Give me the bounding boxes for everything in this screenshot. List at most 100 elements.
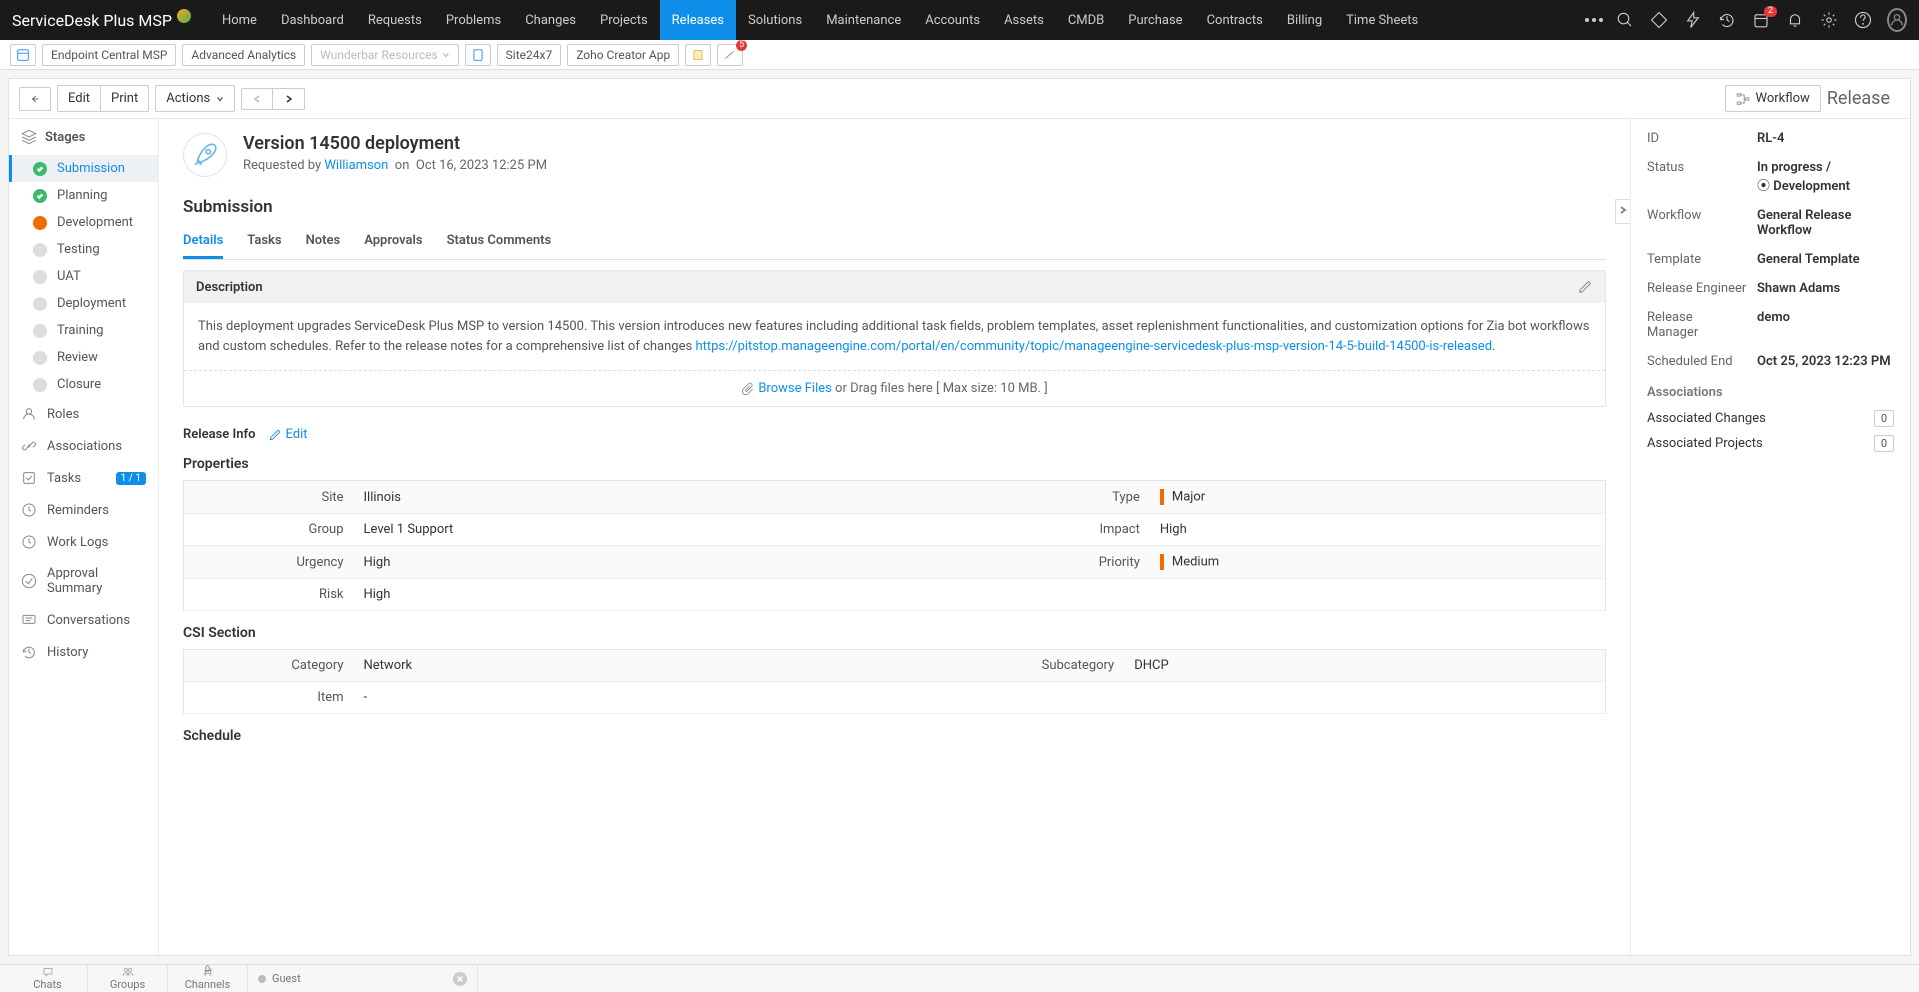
topnav-contracts[interactable]: Contracts — [1195, 0, 1275, 40]
bolt-icon[interactable] — [1683, 10, 1703, 30]
release-notes-link[interactable]: https://pitstop.manageengine.com/portal/… — [695, 339, 1492, 354]
description-panel: Description This deployment upgrades Ser… — [183, 270, 1606, 407]
properties-heading: Properties — [183, 456, 1606, 472]
nav-conversations[interactable]: Conversations — [9, 604, 158, 636]
guest-chat-tab[interactable]: Guest — [248, 965, 478, 992]
help-icon[interactable] — [1853, 10, 1873, 30]
record-toolbar: Edit Print Actions Workflow Release — [9, 79, 1910, 119]
tab-tasks[interactable]: Tasks — [247, 225, 281, 259]
stage-review[interactable]: Review — [9, 344, 158, 371]
stage-deployment[interactable]: Deployment — [9, 290, 158, 317]
associated-projects-row[interactable]: Associated Projects0 — [1647, 435, 1894, 452]
note-icon-button[interactable] — [685, 44, 711, 66]
associations-heading: Associations — [1647, 385, 1894, 400]
topnav-accounts[interactable]: Accounts — [913, 0, 992, 40]
topnav-billing[interactable]: Billing — [1275, 0, 1334, 40]
stage-testing[interactable]: Testing — [9, 236, 158, 263]
csi-table: CategoryNetworkSubcategoryDHCPItem- — [183, 649, 1606, 714]
record-type-label: Release — [1827, 88, 1900, 109]
nav-approval-summary[interactable]: Approval Summary — [9, 558, 158, 604]
edit-release-info-button[interactable]: Edit — [268, 427, 308, 442]
channels-tab[interactable]: 0Channels — [168, 965, 248, 992]
next-record-button[interactable] — [273, 88, 305, 110]
prev-record-button[interactable] — [241, 88, 273, 110]
history-icon[interactable] — [1717, 10, 1737, 30]
stage-status-dot — [33, 324, 47, 338]
chats-tab[interactable]: Chats — [8, 965, 88, 992]
tab-details[interactable]: Details — [183, 225, 223, 259]
topnav-projects[interactable]: Projects — [588, 0, 660, 40]
associated-changes-row[interactable]: Associated Changes0 — [1647, 410, 1894, 427]
requester-link[interactable]: Williamson — [324, 158, 388, 173]
collapse-right-panel-button[interactable] — [1615, 199, 1630, 224]
top-navigation: ServiceDesk Plus MSP HomeDashboardReques… — [0, 0, 1919, 40]
tab-notes[interactable]: Notes — [306, 225, 341, 259]
nav-history[interactable]: History — [9, 636, 158, 668]
endpoint-central-button[interactable]: Endpoint Central MSP — [42, 44, 176, 66]
stage-submission[interactable]: Submission — [9, 155, 158, 182]
stage-planning[interactable]: Planning — [9, 182, 158, 209]
topnav-maintenance[interactable]: Maintenance — [814, 0, 913, 40]
topnav-solutions[interactable]: Solutions — [736, 0, 814, 40]
topnav-purchase[interactable]: Purchase — [1116, 0, 1194, 40]
advanced-analytics-button[interactable]: Advanced Analytics — [182, 44, 305, 66]
edit-button[interactable]: Edit — [57, 85, 101, 112]
back-button[interactable] — [19, 87, 51, 111]
zoho-creator-button[interactable]: Zoho Creator App — [567, 44, 679, 66]
bell-icon[interactable] — [1785, 10, 1805, 30]
nav-associations[interactable]: Associations — [9, 430, 158, 462]
stage-status-dot — [33, 243, 47, 257]
reminder-calendar-icon[interactable]: 2 — [1751, 10, 1771, 30]
topnav-cmdb[interactable]: CMDB — [1056, 0, 1116, 40]
nav-roles[interactable]: Roles — [9, 398, 158, 430]
topnav-right-icons: 2 — [1615, 10, 1907, 30]
description-label: Description — [196, 280, 263, 295]
stage-development[interactable]: Development — [9, 209, 158, 236]
topnav-links: HomeDashboardRequestsProblemsChangesProj… — [210, 0, 1573, 40]
tab-status-comments[interactable]: Status Comments — [447, 225, 552, 259]
wunderbar-resources-dropdown[interactable]: Wunderbar Resources — [311, 44, 459, 66]
browse-files-link[interactable]: Browse Files — [758, 381, 832, 396]
actions-dropdown[interactable]: Actions — [155, 85, 235, 112]
topnav-changes[interactable]: Changes — [513, 0, 588, 40]
table-row: SiteIllinoisTypeMajor — [184, 481, 1606, 514]
site24x7-button[interactable]: Site24x7 — [497, 44, 562, 66]
tab-approvals[interactable]: Approvals — [364, 225, 422, 259]
search-icon[interactable] — [1615, 10, 1635, 30]
nav-reminders[interactable]: Reminders — [9, 494, 158, 526]
topnav-home[interactable]: Home — [210, 0, 269, 40]
stage-uat[interactable]: UAT — [9, 263, 158, 290]
topnav-time-sheets[interactable]: Time Sheets — [1334, 0, 1430, 40]
stage-status-dot — [33, 270, 47, 284]
edit-description-icon[interactable] — [1577, 279, 1593, 295]
stage-status-dot — [33, 189, 47, 203]
attachment-dropzone[interactable]: Browse Files or Drag files here [ Max si… — [184, 371, 1605, 406]
print-button[interactable]: Print — [101, 85, 149, 112]
stage-closure[interactable]: Closure — [9, 371, 158, 398]
topnav-releases[interactable]: Releases — [660, 0, 736, 40]
topnav-dashboard[interactable]: Dashboard — [269, 0, 356, 40]
submission-heading: Submission — [183, 197, 1606, 217]
stage-status-dot — [33, 162, 47, 176]
stage-training[interactable]: Training — [9, 317, 158, 344]
topnav-requests[interactable]: Requests — [356, 0, 434, 40]
groups-tab[interactable]: Groups — [88, 965, 168, 992]
topnav-problems[interactable]: Problems — [434, 0, 513, 40]
topnav-assets[interactable]: Assets — [992, 0, 1056, 40]
close-guest-chat-icon[interactable] — [453, 972, 467, 986]
nav-worklogs[interactable]: Work Logs — [9, 526, 158, 558]
topnav-more-button[interactable] — [1573, 18, 1615, 22]
presence-dot-icon — [258, 975, 266, 983]
description-body: This deployment upgrades ServiceDesk Plu… — [184, 303, 1605, 371]
table-row: UrgencyHighPriorityMedium — [184, 546, 1606, 579]
diamond-icon[interactable] — [1649, 10, 1669, 30]
stage-status-dot — [33, 297, 47, 311]
org-switcher-icon[interactable] — [10, 44, 36, 66]
secondary-toolbar: Endpoint Central MSP Advanced Analytics … — [0, 40, 1919, 70]
announce-icon-button[interactable]: 5 — [717, 44, 743, 66]
doc-icon-button[interactable] — [465, 44, 491, 66]
workflow-button[interactable]: Workflow — [1725, 85, 1821, 112]
user-avatar[interactable] — [1887, 10, 1907, 30]
gear-icon[interactable] — [1819, 10, 1839, 30]
nav-tasks[interactable]: Tasks1 / 1 — [9, 462, 158, 494]
